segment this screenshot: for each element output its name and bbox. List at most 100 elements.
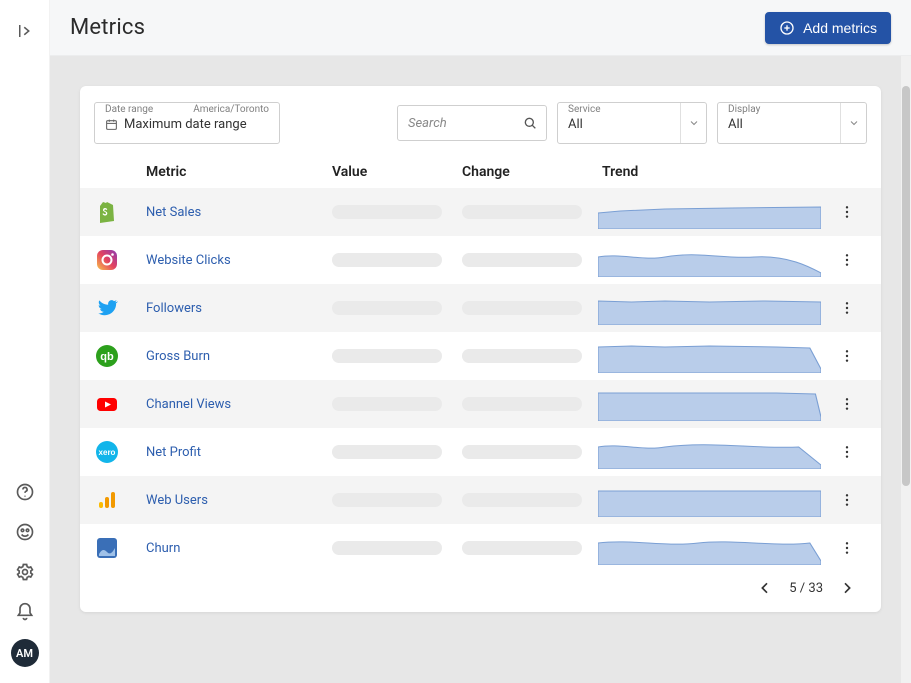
metrics-card: Date range America/Toronto Maximum date … [80,86,881,612]
date-range-value: Maximum date range [124,117,247,132]
table-row: Channel Views [80,380,881,428]
trend-sparkline [592,387,827,421]
metric-link[interactable]: Website Clicks [146,253,332,268]
change-skeleton [462,397,582,411]
value-skeleton [332,541,442,555]
trend-sparkline [592,339,827,373]
metric-link[interactable]: Net Sales [146,205,332,220]
table-row: Web Users [80,476,881,524]
value-skeleton [332,205,442,219]
help-icon[interactable] [12,479,38,505]
row-menu-button[interactable] [827,204,867,220]
brand-icon [94,535,120,561]
table-body: Net Sales Website Clicks Followers qb Gross … [80,188,881,572]
service-select[interactable]: Service All [557,102,707,144]
next-page-button[interactable] [839,580,855,596]
table-row: Website Clicks [80,236,881,284]
change-skeleton [462,493,582,507]
display-label: Display [728,105,838,115]
brand-icon [94,295,120,321]
scrollbar[interactable] [901,56,911,683]
display-select[interactable]: Display All [717,102,867,144]
svg-text:qb: qb [100,351,114,363]
page-header: Metrics Add metrics [50,0,911,56]
settings-icon[interactable] [12,559,38,585]
calendar-icon [105,118,118,131]
plus-circle-icon [779,20,795,36]
table-row: Followers [80,284,881,332]
search-icon [522,115,538,131]
date-range-picker[interactable]: Date range America/Toronto Maximum date … [94,102,280,144]
filter-bar: Date range America/Toronto Maximum date … [80,96,881,154]
change-skeleton [462,253,582,267]
row-menu-button[interactable] [827,348,867,364]
search-placeholder: Search [408,116,522,131]
change-skeleton [462,205,582,219]
col-value: Value [332,164,462,180]
col-metric: Metric [146,164,332,180]
change-skeleton [462,541,582,555]
bell-icon[interactable] [12,599,38,625]
metric-link[interactable]: Web Users [146,493,332,508]
service-label: Service [568,105,678,115]
table-header: Metric Value Change Trend [80,154,881,188]
trend-sparkline [592,483,827,517]
metric-link[interactable]: Gross Burn [146,349,332,364]
left-rail: AM [0,0,50,683]
brand-icon [94,199,120,225]
value-skeleton [332,397,442,411]
table-row: xero Net Profit [80,428,881,476]
table-row: Churn [80,524,881,572]
value-skeleton [332,445,442,459]
brand-icon [94,487,120,513]
svg-text:xero: xero [99,448,116,457]
chevron-down-icon [680,103,706,143]
metric-link[interactable]: Net Profit [146,445,332,460]
display-value: All [728,117,838,132]
value-skeleton [332,301,442,315]
value-skeleton [332,253,442,267]
metric-link[interactable]: Churn [146,541,332,556]
prev-page-button[interactable] [757,580,773,596]
col-trend: Trend [592,164,827,180]
trend-sparkline [592,435,827,469]
page-title: Metrics [70,15,145,40]
row-menu-button[interactable] [827,444,867,460]
value-skeleton [332,349,442,363]
sidebar-toggle-button[interactable] [12,18,38,44]
row-menu-button[interactable] [827,252,867,268]
brand-icon [94,391,120,417]
row-menu-button[interactable] [827,492,867,508]
trend-sparkline [592,291,827,325]
theme-icon[interactable] [12,519,38,545]
trend-sparkline [592,195,827,229]
brand-icon: qb [94,343,120,369]
page-indicator: 5 / 33 [789,581,823,596]
table-row: qb Gross Burn [80,332,881,380]
row-menu-button[interactable] [827,540,867,556]
avatar[interactable]: AM [11,639,39,667]
col-change: Change [462,164,592,180]
metric-link[interactable]: Followers [146,301,332,316]
trend-sparkline [592,531,827,565]
add-metrics-button[interactable]: Add metrics [765,12,891,44]
date-range-tz: America/Toronto [193,105,269,115]
table-row: Net Sales [80,188,881,236]
change-skeleton [462,445,582,459]
avatar-initials: AM [16,647,33,660]
add-metrics-label: Add metrics [803,20,877,36]
pagination: 5 / 33 [80,572,881,600]
brand-icon [94,247,120,273]
chevron-down-icon [840,103,866,143]
workspace: Date range America/Toronto Maximum date … [50,56,911,683]
row-menu-button[interactable] [827,300,867,316]
service-value: All [568,117,678,132]
brand-icon: xero [94,439,120,465]
scrollbar-thumb[interactable] [902,86,910,486]
search-input[interactable]: Search [397,105,547,141]
change-skeleton [462,349,582,363]
date-range-label: Date range [105,105,153,115]
metric-link[interactable]: Channel Views [146,397,332,412]
trend-sparkline [592,243,827,277]
row-menu-button[interactable] [827,396,867,412]
